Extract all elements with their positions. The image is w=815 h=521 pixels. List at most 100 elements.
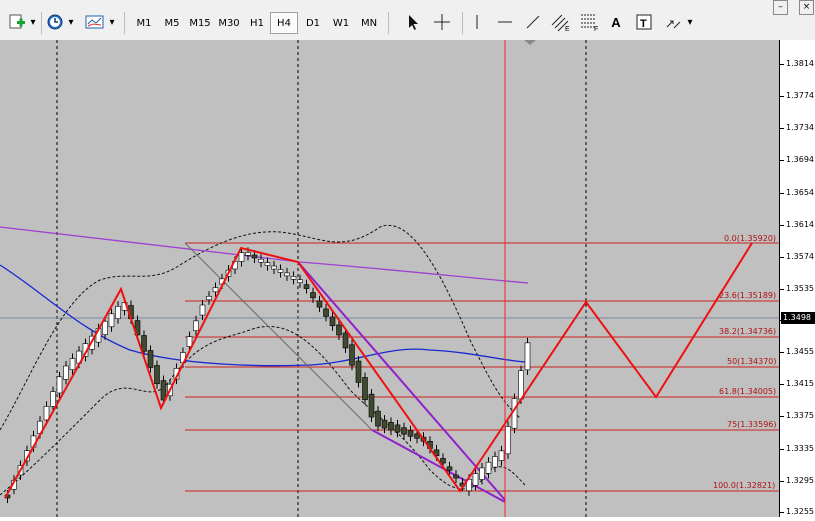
candle-body: [63, 365, 69, 380]
candle-body: [251, 254, 258, 259]
price-label: 1.3734: [786, 123, 814, 132]
candle-body: [310, 292, 316, 299]
timeframe-w1[interactable]: W1: [327, 12, 355, 34]
candle-body: [355, 360, 362, 383]
clock-dropdown-icon[interactable]: ▾: [66, 12, 76, 32]
candle-body: [440, 458, 446, 464]
shift-marker-icon[interactable]: [524, 40, 536, 45]
price-label: 1.3335: [786, 444, 814, 453]
price-label: 1.3614: [786, 220, 814, 229]
fibonacci-icon[interactable]: F: [579, 12, 601, 32]
timeframe-mn[interactable]: MN: [355, 12, 383, 34]
timeframe-m1[interactable]: M1: [130, 12, 158, 34]
fibo-fan-letter: F: [594, 26, 598, 32]
purple-moving-average: [0, 226, 529, 284]
timeframe-h1[interactable]: H1: [243, 12, 271, 34]
candle-body: [342, 332, 349, 349]
timeframe-d1[interactable]: D1: [299, 12, 327, 34]
candle-body: [518, 370, 524, 400]
price-label: 1.3654: [786, 188, 814, 197]
indicators-icon[interactable]: [84, 12, 106, 32]
trendline-icon[interactable]: [522, 12, 544, 32]
candle-body: [271, 265, 277, 270]
fibo-expansion-letter: E: [565, 26, 570, 32]
candle-body: [212, 287, 219, 293]
crosshair-icon[interactable]: [431, 12, 453, 32]
candle-body: [245, 252, 251, 256]
candle-body: [199, 304, 206, 316]
fib-label-38-2: 38.2(1.34736): [719, 327, 777, 336]
candle-body: [381, 419, 388, 429]
cursor-icon[interactable]: [402, 12, 424, 32]
candle-body: [277, 269, 284, 273]
fibonacci-retracement[interactable]: [185, 242, 779, 492]
candle-body: [160, 380, 167, 401]
equidistant-channel-icon[interactable]: E: [550, 12, 572, 32]
chart-canvas: [0, 40, 779, 517]
arrows-dropdown-icon[interactable]: ▾: [685, 12, 695, 32]
candle-body: [394, 424, 401, 433]
candle-body: [69, 358, 76, 371]
price-label: 1.3535: [786, 284, 814, 293]
fib-label-23-6: 23.6(1.35189): [719, 291, 777, 300]
trend-channel[interactable]: [297, 261, 506, 503]
text-label-icon[interactable]: T: [633, 12, 655, 32]
candle-body: [206, 295, 212, 301]
candle-body: [498, 450, 505, 461]
candle-body: [485, 461, 492, 474]
timeframe-h4[interactable]: H4: [270, 12, 298, 34]
candle-body: [362, 377, 368, 401]
text-box-letter: T: [640, 18, 647, 30]
candle-body: [284, 272, 290, 277]
candle-body: [258, 258, 264, 263]
candle-body: [349, 344, 355, 366]
price-chart[interactable]: 0.0(1.35920) 23.6(1.35189) 38.2(1.34736)…: [0, 40, 779, 517]
candle-body: [154, 365, 160, 385]
candle-body: [407, 430, 414, 437]
vertical-line-icon[interactable]: [466, 12, 488, 32]
price-label: 1.3694: [786, 155, 814, 164]
timeframe-m5[interactable]: M5: [158, 12, 186, 34]
candle-body: [238, 252, 245, 262]
minimize-icon[interactable]: –: [773, 0, 788, 15]
clock-icon[interactable]: [44, 12, 66, 32]
fib-label-75: 75(1.33596): [727, 420, 777, 429]
new-chart-dropdown-icon[interactable]: ▾: [28, 12, 38, 32]
timeframe-m15[interactable]: M15: [186, 12, 214, 34]
horizontal-line-icon[interactable]: [494, 12, 516, 32]
candle-body: [102, 320, 108, 335]
candle-body: [108, 313, 115, 328]
price-axis[interactable]: 1.3814 1.3774 1.3734 1.3694 1.3654 1.361…: [779, 40, 815, 517]
arrows-icon[interactable]: [662, 12, 684, 32]
candle-body: [316, 300, 323, 308]
price-label: 1.3814: [786, 59, 814, 68]
toolbar: ▾ ▾ ▾ M1 M5 M15 M30 H1 H4 D1 W1 MN E F A…: [0, 0, 815, 41]
price-label: 1.3415: [786, 379, 814, 388]
fib-label-100: 100.0(1.32821): [713, 481, 776, 490]
new-chart-icon[interactable]: [6, 12, 28, 32]
fib-label-61-8: 61.8(1.34005): [719, 387, 777, 396]
candle-body: [329, 316, 336, 327]
candles: [4, 247, 531, 503]
candle-body: [505, 426, 511, 455]
close-icon[interactable]: ×: [799, 0, 814, 15]
candle-body: [401, 427, 407, 435]
indicators-dropdown-icon[interactable]: ▾: [107, 12, 117, 32]
candle-body: [50, 391, 56, 407]
candle-body: [193, 320, 199, 331]
price-label: 1.3255: [786, 507, 814, 516]
text-icon[interactable]: A: [605, 12, 627, 32]
candle-body: [375, 410, 381, 427]
candle-body: [453, 474, 459, 479]
price-label: 1.3295: [786, 476, 814, 485]
candle-body: [290, 276, 297, 280]
fib-label-0: 0.0(1.35920): [724, 234, 777, 243]
candle-body: [43, 406, 50, 421]
zigzag-projection[interactable]: [4, 242, 753, 499]
candle-body: [388, 422, 394, 431]
candle-body: [446, 466, 453, 471]
timeframe-m30[interactable]: M30: [215, 12, 243, 34]
candle-body: [297, 279, 303, 284]
candle-body: [56, 376, 63, 394]
candle-body: [115, 306, 121, 319]
